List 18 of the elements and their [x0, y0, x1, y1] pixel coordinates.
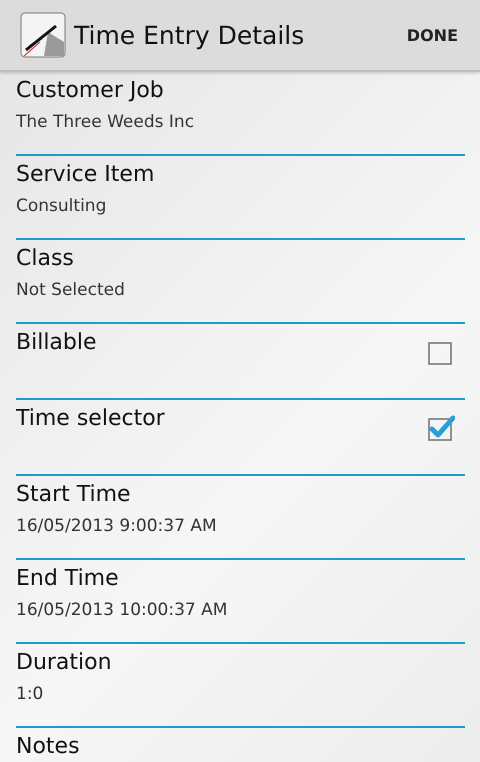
field-value: 16/05/2013 10:00:37 AM: [16, 599, 228, 622]
field-label: End Time: [16, 565, 120, 593]
field-value: The Three Weeds Inc: [16, 111, 196, 134]
checkbox[interactable]: [427, 414, 455, 442]
field-label: Notes: [16, 733, 81, 761]
screen-title: Time Entry Details: [74, 20, 306, 50]
field-label: Customer Job: [16, 77, 165, 105]
done-button[interactable]: DONE: [402, 20, 462, 50]
field-label: Start Time: [16, 481, 132, 509]
field-label: Duration: [16, 649, 113, 677]
field-value: 1:0: [16, 683, 44, 706]
field-value: 16/05/2013 9:00:37 AM: [16, 515, 218, 538]
field-label: Service Item: [16, 161, 156, 189]
field-value: Not Selected: [16, 279, 126, 302]
field-label: Billable: [16, 329, 97, 357]
field-label: Class: [16, 245, 75, 273]
field-value: Consulting: [16, 195, 108, 218]
field-label: Time selector: [16, 405, 165, 433]
